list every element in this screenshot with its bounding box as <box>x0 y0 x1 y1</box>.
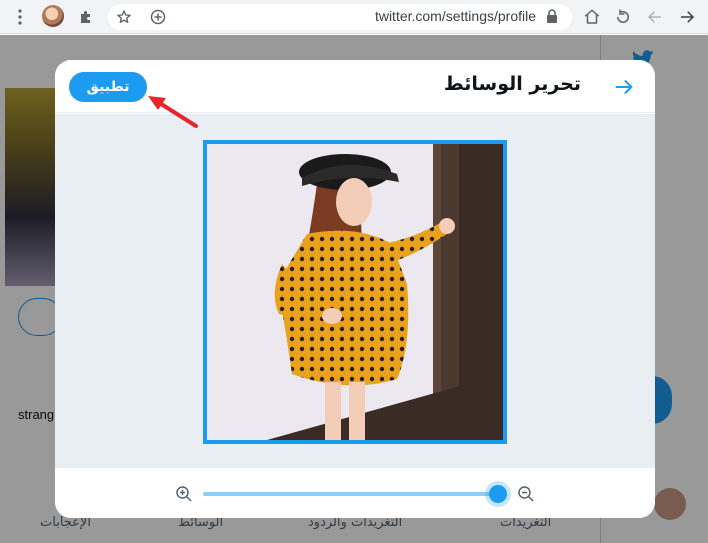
dialog-footer <box>55 468 655 518</box>
zoom-in-icon[interactable] <box>175 485 193 503</box>
zoom-slider[interactable] <box>203 492 501 496</box>
zoom-slider-handle[interactable] <box>489 485 507 503</box>
home-icon[interactable] <box>580 5 604 29</box>
star-icon[interactable] <box>112 5 136 29</box>
annotation-arrow-icon <box>148 96 198 128</box>
extension-avatar-icon[interactable] <box>42 5 64 27</box>
url-text: twitter.com/settings/profile <box>374 8 536 24</box>
arrow-right-icon[interactable] <box>613 76 635 98</box>
browser-toolbar: twitter.com/settings/profile <box>0 0 708 34</box>
puzzle-icon[interactable] <box>74 5 98 29</box>
forward-icon[interactable] <box>675 5 699 29</box>
address-bar[interactable]: twitter.com/settings/profile <box>108 4 572 30</box>
media-photo <box>207 144 503 440</box>
crop-frame[interactable] <box>203 140 507 444</box>
add-tab-icon[interactable] <box>146 5 170 29</box>
back-icon[interactable] <box>643 5 667 29</box>
crop-area[interactable] <box>55 114 655 468</box>
apply-button[interactable]: تطبيق <box>69 72 147 102</box>
menu-dots-icon[interactable] <box>8 5 32 29</box>
reload-icon[interactable] <box>611 5 635 29</box>
zoom-out-icon[interactable] <box>517 485 535 503</box>
dialog-title: تحرير الوسائط <box>443 73 581 95</box>
lock-icon[interactable] <box>546 9 558 23</box>
